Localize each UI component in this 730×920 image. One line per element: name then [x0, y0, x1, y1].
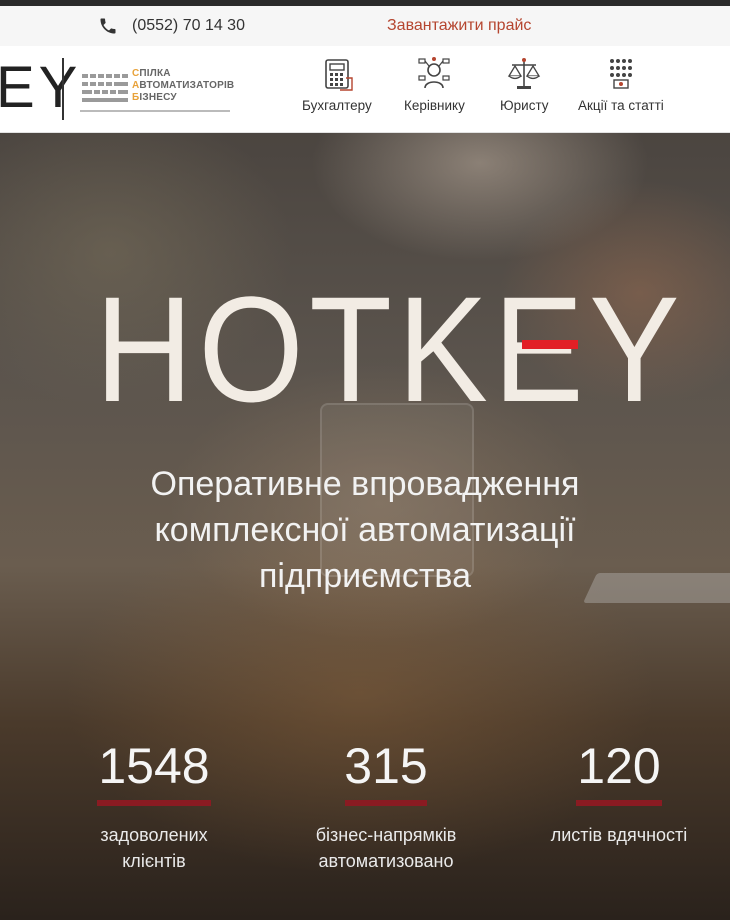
logo-accent-bar — [522, 340, 578, 349]
association-logo[interactable]: СПІЛКА АВТОМАТИЗАТОРІВ БІЗНЕСУ — [80, 64, 240, 114]
nav-promos[interactable]: Акції та статті — [578, 56, 664, 113]
site-logo[interactable]: EY — [0, 56, 81, 120]
calculator-icon — [325, 59, 353, 91]
stat-directions-value: 315 — [344, 738, 428, 794]
tagline-line-3: підприємства — [258, 557, 471, 595]
stat-underline — [345, 800, 427, 806]
nav-promos-label: Акції та статті — [578, 98, 664, 113]
stat-clients-label: задоволених клієнтів — [100, 825, 208, 871]
association-name: СПІЛКА АВТОМАТИЗАТОРІВ БІЗНЕСУ — [132, 68, 235, 103]
hotkey-wordmark: HOTKEY — [95, 283, 685, 413]
hero-tagline: Оперативне впровадження комплексної авто… — [0, 461, 730, 599]
top-bar: (0552) 70 14 30 Завантажити прайс — [0, 6, 730, 46]
nav-accountant-label: Бухгалтеру — [302, 98, 372, 113]
stat-underline — [97, 800, 211, 806]
stat-directions-label: бізнес-напрямків автоматизовано — [315, 825, 457, 871]
tagline-line-1: Оперативне впровадження — [150, 465, 580, 503]
stat-thanks-label: листів вдячності — [550, 825, 688, 845]
tagline-line-2: комплексної автоматизації — [154, 511, 576, 549]
stat-underline — [576, 800, 662, 806]
phone-number[interactable]: (0552) 70 14 30 — [132, 17, 245, 35]
stat-thanks-value: 120 — [577, 738, 661, 794]
stat-clients: 1548 задоволених клієнтів — [74, 736, 234, 874]
logo-divider — [62, 58, 64, 120]
download-price-link[interactable]: Завантажити прайс — [387, 17, 531, 35]
hero-banner: HOTKEY Оперативне впровадження комплексн… — [0, 133, 730, 920]
stat-directions: 315 бізнес-напрямків автоматизовано — [296, 736, 476, 874]
keyboard-pattern-icon — [82, 74, 128, 102]
association-underline — [80, 110, 230, 112]
stat-clients-value: 1548 — [98, 738, 210, 794]
phone-icon — [100, 18, 116, 34]
manager-icon — [418, 57, 451, 89]
nav-lawyer-label: Юристу — [500, 98, 549, 113]
nav-accountant[interactable]: Бухгалтеру — [302, 56, 372, 113]
hotkey-logo: HOTKEY — [95, 283, 685, 413]
nav-manager[interactable]: Керівнику — [404, 56, 465, 113]
audience-icon — [609, 59, 632, 89]
scales-icon — [508, 58, 541, 89]
main-header: EY СПІЛКА АВТОМАТИЗАТОРІВ БІЗНЕСУ Бухгал… — [0, 46, 730, 133]
nav-manager-label: Керівнику — [404, 98, 465, 113]
nav-lawyer[interactable]: Юристу — [500, 56, 549, 113]
stat-thanks: 120 листів вдячності — [534, 736, 704, 848]
